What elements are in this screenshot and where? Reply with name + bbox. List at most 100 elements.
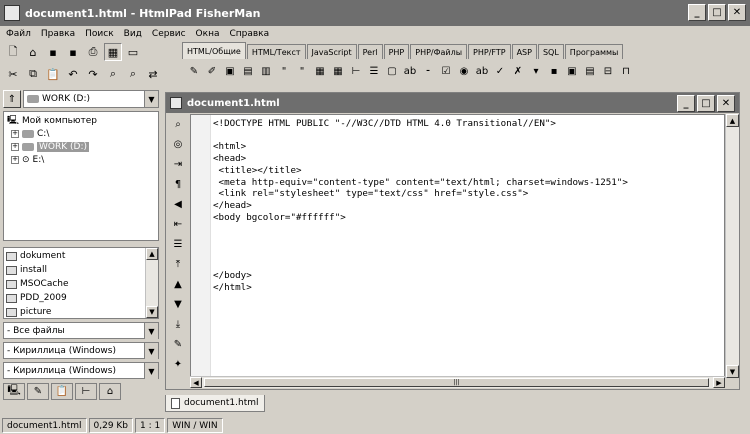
panel-tab-snippets[interactable]: ✎ [27,383,49,400]
menu-help[interactable]: Справка [229,29,269,39]
minimize-button[interactable]: _ [688,4,706,21]
paragraph-icon[interactable]: ¶ [169,176,187,193]
tree-item-work[interactable]: + WORK (D:) [7,140,155,153]
label-icon[interactable]: ⊟ [600,63,616,79]
panel-tab-tree[interactable]: ⊢ [75,383,97,400]
tree-item-e[interactable]: + ⊙ E:\ [7,153,155,166]
encoding-select-1[interactable]: - Кириллица (Windows) ▼ [3,342,159,359]
panel-tab-favorites[interactable]: ⌂ [99,383,121,400]
outdent-icon[interactable]: ⇤ [169,216,187,233]
chevron-down-icon[interactable]: ▼ [144,343,158,359]
editor-close-button[interactable]: ✕ [717,95,735,112]
image-tag-icon[interactable]: ▣ [222,63,238,79]
doc-tab-document1[interactable]: document1.html [165,395,265,412]
quote-tag-icon[interactable]: " [276,63,292,79]
redo-icon[interactable]: ↷ [84,65,102,83]
chevron-down-icon[interactable]: ▼ [144,91,158,107]
cut-icon[interactable]: ✂ [4,65,22,83]
replace-icon[interactable]: ⇄ [144,65,162,83]
table-wizard-icon[interactable]: ▦ [330,63,346,79]
move-up-icon[interactable]: ▲ [169,276,187,293]
indent-icon[interactable]: ⇥ [169,156,187,173]
open-file-icon[interactable]: ⌂ [24,43,42,61]
list-item[interactable]: PDD_2009 [6,291,156,305]
drive-select[interactable]: WORK (D:) ▼ [23,90,159,108]
tree-item-c[interactable]: + C:\ [7,127,155,140]
find-next-icon[interactable]: ⌕ [124,65,142,83]
chevron-down-icon[interactable]: ▼ [144,363,158,379]
object-tag-icon[interactable]: ▤ [240,63,256,79]
checkbox-icon[interactable]: ☑ [438,63,454,79]
go-bottom-icon[interactable]: ⤓ [169,316,187,333]
editor-maximize-button[interactable]: □ [697,95,715,112]
reset-icon[interactable]: ✗ [510,63,526,79]
zoom-icon[interactable]: ⌕ [169,116,187,133]
tab-php[interactable]: PHP [383,44,410,59]
up-folder-icon[interactable]: ⇑ [3,90,21,108]
password-field-icon[interactable]: ⁃ [420,63,436,79]
unquote-tag-icon[interactable]: " [294,63,310,79]
scroll-down-icon[interactable]: ▼ [726,365,739,378]
print-icon[interactable]: ⎙ [84,43,102,61]
scroll-down-icon[interactable]: ▼ [146,306,158,318]
align-icon[interactable]: ☰ [169,236,187,253]
code-editor[interactable]: <!DOCTYPE HTML PUBLIC "-//W3C//DTD HTML … [190,114,725,378]
table-icon[interactable]: ▦ [312,63,328,79]
undo-icon[interactable]: ↶ [64,65,82,83]
list-item[interactable]: dokument [6,249,156,263]
tab-php-files[interactable]: PHP/Файлы [410,44,468,59]
menu-view[interactable]: Вид [124,29,142,39]
copy-icon[interactable]: ⧉ [24,65,42,83]
tab-sql[interactable]: SQL [537,44,564,59]
tab-html-text[interactable]: HTML/Текст [246,44,306,59]
tree-item-my-computer[interactable]: 🖳 Мой компьютер [7,114,155,127]
find-icon[interactable]: ⌕ [104,65,122,83]
form-tag-icon[interactable]: ▢ [384,63,400,79]
style-icon[interactable]: ✐ [204,63,220,79]
scroll-up-icon[interactable]: ▲ [146,248,158,260]
code-text[interactable]: <!DOCTYPE HTML PUBLIC "-//W3C//DTD HTML … [213,118,628,294]
editor-minimize-button[interactable]: _ [677,95,695,112]
expand-icon[interactable]: + [11,129,19,138]
list-item[interactable]: MSOCache [6,277,156,291]
browser-preview-icon[interactable]: ◎ [169,136,187,153]
tree-tag-icon[interactable]: ⊢ [348,63,364,79]
submit-icon[interactable]: ✓ [492,63,508,79]
panel-tab-computer[interactable]: 🖳 [3,383,25,400]
select-icon[interactable]: ▾ [528,63,544,79]
text-field-icon[interactable]: ab [402,63,418,79]
file-filter-select[interactable]: - Все файлы ▼ [3,322,159,339]
scroll-up-icon[interactable]: ▲ [726,114,739,127]
close-button[interactable]: ✕ [728,4,746,21]
panel-toggle-icon[interactable]: ▦ [104,43,122,61]
pen-icon[interactable]: ✎ [169,336,187,353]
menu-edit[interactable]: Правка [41,29,75,39]
save-all-icon[interactable]: ▪ [64,43,82,61]
menu-search[interactable]: Поиск [85,29,114,39]
tab-javascript[interactable]: JavaScript [306,44,357,59]
maximize-button[interactable]: □ [708,4,726,21]
editor-horizontal-scrollbar[interactable]: ◀ ||| ▶ [190,376,725,388]
hidden-field-icon[interactable]: ▪ [546,63,562,79]
editor-vertical-scrollbar[interactable]: ▲ ▼ [725,114,739,378]
frame-tag-icon[interactable]: ▥ [258,63,274,79]
wizard-icon[interactable]: ✦ [169,356,187,373]
textarea-icon[interactable]: ab [474,63,490,79]
extra-tag-icon[interactable]: ⊓ [618,63,634,79]
expand-icon[interactable]: + [11,155,19,164]
paste-icon[interactable]: 📋 [44,65,62,83]
tab-perl[interactable]: Perl [357,44,383,59]
scroll-thumb[interactable]: ||| [204,378,709,387]
menu-windows[interactable]: Окна [196,29,220,39]
tab-asp[interactable]: ASP [511,44,537,59]
bookmark-icon[interactable]: ◀ [169,196,187,213]
expand-icon[interactable]: + [11,142,19,151]
brush-icon[interactable]: ✎ [186,63,202,79]
window-layout-icon[interactable]: ▭ [124,43,142,61]
encoding-select-2[interactable]: - Кириллица (Windows) ▼ [3,362,159,379]
go-top-icon[interactable]: ⤒ [169,256,187,273]
save-icon[interactable]: ▪ [44,43,62,61]
list-item[interactable]: picture [6,305,156,319]
move-down-icon[interactable]: ▼ [169,296,187,313]
image-button-icon[interactable]: ▣ [564,63,580,79]
